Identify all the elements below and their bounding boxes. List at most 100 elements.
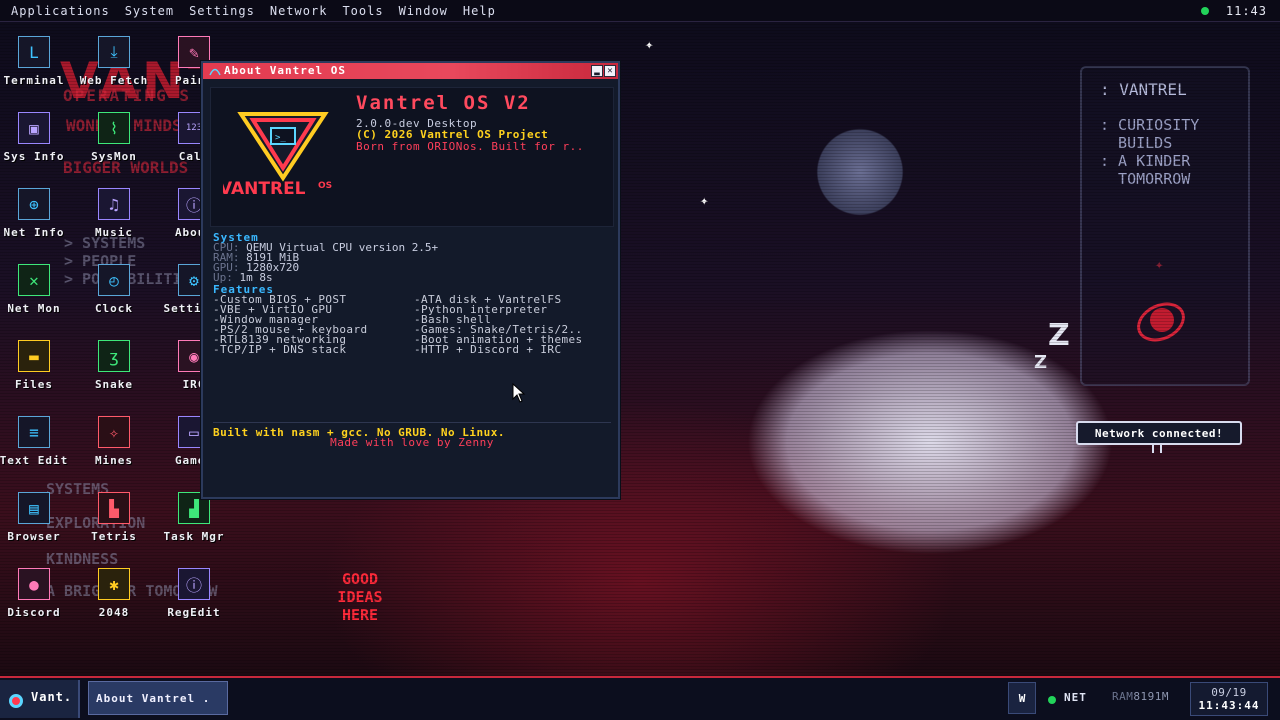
music-icon: ♫ [98,188,130,220]
star-icon: ✦ [700,193,709,209]
browser-icon: ▤ [18,492,50,524]
desktop-icon-mines[interactable]: ✧ Mines [72,416,156,488]
sleep-z-icon: Z [1034,352,1048,373]
tray-clock[interactable]: 09/19 11:43:44 [1190,682,1268,716]
mouse-cursor-icon [512,383,526,403]
menu-tools[interactable]: Tools [342,4,383,18]
discord-icon: ● [18,568,50,600]
planet-ring-icon [1130,295,1192,349]
tray-ram-key: RAM [1112,690,1134,703]
about-heading: Vantrel OS V2 [356,92,531,114]
logo-wordmark: VANTREL [223,179,306,198]
desktop-icon-browser[interactable]: ▤ Browser [0,492,76,564]
divider [213,422,611,423]
download-icon: ⤓ [98,36,130,68]
desktop-icon-label: Browser [7,530,61,543]
network-status-dot-icon [1200,7,1209,15]
window-app-icon [209,68,221,76]
window-title: About Vantrel OS [224,64,346,77]
desktop-icon-label: Tetris [91,530,137,543]
tray-ram-value: 8191M [1133,690,1169,703]
desktop-icon-label: Music [94,226,134,239]
puzzle-icon: ✱ [98,568,130,600]
mine-icon: ✧ [98,416,130,448]
desktop-icon-label: Files [14,378,54,391]
desktop-icon-regedit[interactable]: ⓘ RegEdit [152,568,236,640]
menu-settings[interactable]: Settings [189,4,255,18]
desktop-icon-discord[interactable]: ● Discord [0,568,76,640]
tray-network[interactable]: NET [1048,690,1087,704]
network-notification[interactable]: Network connected! [1076,421,1242,445]
start-button[interactable]: Vant. [0,680,80,718]
desktop-icon-label: Mines [94,454,134,467]
about-header-panel: >_ VANTREL OS Vantrel OS V2 2.0.0-dev De… [210,87,614,227]
wallpaper-panel [1080,66,1250,386]
monitor-graph-icon: ⌇ [98,112,130,144]
desktop-icon-files[interactable]: ▬ Files [0,340,76,412]
top-menubar: Applications System Settings Network Too… [0,0,1280,22]
start-label: Vant. [31,690,73,704]
close-icon[interactable]: ✕ [604,65,616,77]
clock-icon: ◴ [98,264,130,296]
desktop-icon-sysmon[interactable]: ⌇ SysMon [72,112,156,184]
feature-item: -TCP/IP + DNS stack [213,343,347,356]
made-with-love-line: Made with love by Zenny [330,436,494,449]
folder-icon: ▬ [18,340,50,372]
desktop-icon-clock[interactable]: ◴ Clock [72,264,156,336]
tray-workspace-button[interactable]: W [1008,682,1036,714]
desktop-icon-terminal[interactable]: L Terminal [0,36,76,108]
planet-icon [1150,308,1174,332]
globe-icon: ⊕ [18,188,50,220]
wallpaper-sign: GOOD IDEAS HERE [337,570,383,624]
feature-item: -HTTP + Discord + IRC [414,343,562,356]
menu-applications[interactable]: Applications [11,4,110,18]
desktop-icon-2048[interactable]: ✱ 2048 [72,568,156,640]
desktop-icon-sys-info[interactable]: ▣ Sys Info [0,112,76,184]
chip-icon: ▣ [18,112,50,144]
taskbar: Vant. About Vantrel . W NET RAM8191M 09/… [0,676,1280,720]
taskbar-window-about[interactable]: About Vantrel . [88,681,228,715]
terminal-icon: L [18,36,50,68]
about-tagline: Born from ORIONos. Built for r.. [356,140,584,153]
desktop-icon-label: RegEdit [167,606,221,619]
desktop-icon-net-mon[interactable]: ✕ Net Mon [0,264,76,336]
desktop-icon-music[interactable]: ♫ Music [72,188,156,260]
menu-help[interactable]: Help [463,4,496,18]
desktop-icon-label: Clock [94,302,134,315]
star-icon: ✦ [645,37,654,53]
notification-tail [1152,445,1162,453]
desktop-icon-label: Snake [94,378,134,391]
menubar-clock[interactable]: 11:43 [1226,4,1267,18]
menubar-status: 11:43 [1200,0,1267,22]
desktop-icon-label: Net Mon [7,302,61,315]
network-monitor-icon: ✕ [18,264,50,296]
desktop-icon-label: Sys Info [3,150,65,163]
desktop-icon-task-mgr[interactable]: ▟ Task Mgr [152,492,236,564]
menu-system[interactable]: System [125,4,174,18]
info-circle-icon: ⓘ [178,568,210,600]
desktop-icon-web-fetch[interactable]: ⤓ Web Fetch [72,36,156,108]
minimize-icon[interactable]: ▂ [591,65,603,77]
snake-icon: ʒ [98,340,130,372]
desktop-icon-label: Terminal [3,74,65,87]
menu-window[interactable]: Window [399,4,448,18]
start-orb-icon [9,694,23,708]
tetris-icon: ▙ [98,492,130,524]
desktop-icon-text-edit[interactable]: ≡ Text Edit [0,416,76,488]
window-titlebar[interactable]: About Vantrel OS ▂ ✕ [203,63,618,79]
desktop-icon-label: Net Info [3,226,65,239]
desktop-icon-label: Text Edit [0,454,69,467]
wallpaper-panel-title: : VANTREL [1100,80,1187,99]
svg-text:>_: >_ [275,133,286,143]
about-window[interactable]: About Vantrel OS ▂ ✕ >_ VANTREL OS Vantr… [201,61,620,499]
desktop-icon-snake[interactable]: ʒ Snake [72,340,156,412]
desktop-icon-tetris[interactable]: ▙ Tetris [72,492,156,564]
desktop-icon-net-info[interactable]: ⊕ Net Info [0,188,76,260]
wallpaper-panel-text: : CURIOSITY BUILDS : A KINDER TOMORROW [1100,116,1200,188]
menu-network[interactable]: Network [270,4,328,18]
desktop-icon-label: Web Fetch [79,74,149,87]
sleep-z-icon: Z [1048,318,1070,353]
vantrel-logo: >_ VANTREL OS [223,112,332,198]
tray-time: 11:43:44 [1198,699,1260,712]
desktop-icon-label: Discord [7,606,61,619]
